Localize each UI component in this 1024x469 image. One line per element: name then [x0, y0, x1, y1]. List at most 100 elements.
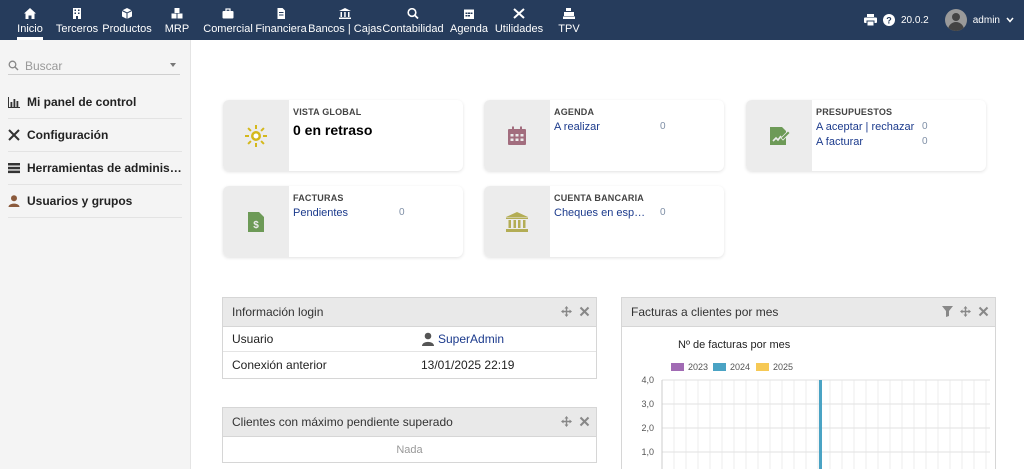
nav-label: Agenda	[450, 23, 488, 35]
print-icon[interactable]	[863, 14, 877, 26]
box-agenda[interactable]: AGENDA A realizar 0	[484, 100, 724, 171]
legend-item[interactable]: 2024	[713, 362, 750, 372]
calendar-icon	[508, 126, 526, 145]
cube-icon	[121, 8, 133, 19]
box-link[interactable]: A realizar	[554, 121, 658, 133]
sidebar-item-usuarios[interactable]: Usuarios y grupos	[8, 185, 182, 218]
panel-title: Información login	[232, 305, 324, 319]
sun-icon	[245, 124, 267, 147]
box-vista-global[interactable]: VISTA GLOBAL 0 en retraso	[223, 100, 463, 171]
svg-text:?: ?	[886, 16, 892, 26]
nav-bancos-cajas[interactable]: Bancos | Cajas	[308, 0, 382, 40]
chart-icon	[8, 97, 20, 108]
box-title: PRESUPUESTOS	[816, 107, 893, 117]
building-icon	[73, 8, 81, 19]
sidebar-item-label: Usuarios y grupos	[27, 194, 133, 208]
table-row: Usuario SuperAdmin	[223, 327, 596, 352]
nav-label: Bancos | Cajas	[308, 23, 382, 35]
sidebar-item-herramientas[interactable]: Herramientas de administración	[8, 152, 182, 185]
box-icon-area	[484, 186, 550, 257]
nav-inicio[interactable]: Inicio	[14, 0, 46, 40]
box-title: AGENDA	[554, 107, 595, 117]
nav-label: Comercial	[203, 23, 253, 35]
row-value: SuperAdmin	[421, 332, 504, 346]
nav-agenda[interactable]: Agenda	[450, 0, 488, 40]
panel-title: Facturas a clientes por mes	[631, 305, 779, 319]
nav-label: Utilidades	[494, 23, 544, 35]
search-icon	[8, 60, 19, 71]
chevron-down-icon[interactable]	[1006, 17, 1014, 23]
close-icon[interactable]	[978, 306, 989, 317]
move-icon[interactable]	[561, 416, 572, 427]
move-icon[interactable]	[960, 306, 971, 317]
row-label: Conexión anterior	[232, 357, 327, 372]
bar-series-2024[interactable]	[819, 380, 822, 469]
y-tick-label: 4,0	[641, 375, 654, 385]
box-count[interactable]: 0	[399, 207, 405, 219]
legend-item[interactable]: 2025	[756, 362, 793, 372]
legend-swatch	[713, 363, 726, 371]
empty-message: Nada	[396, 444, 423, 456]
nav-productos[interactable]: Productos	[102, 0, 152, 40]
box-count[interactable]: 0	[660, 207, 666, 219]
sidebar: Buscar Mi panel de control Configuración…	[0, 40, 191, 469]
legend-label: 2024	[730, 362, 751, 372]
avatar[interactable]	[944, 9, 967, 31]
box-count[interactable]: 0	[922, 136, 928, 148]
tools-icon	[513, 8, 525, 19]
help-icon[interactable]: ?	[882, 14, 895, 26]
version-label: 20.0.2	[900, 14, 929, 26]
box-facturas[interactable]: $ FACTURAS Pendientes 0	[223, 186, 463, 257]
nav-financiera[interactable]: Financiera	[255, 0, 307, 40]
box-link[interactable]: Pendientes	[293, 207, 397, 219]
server-icon	[8, 163, 20, 174]
y-tick-label: 1,0	[641, 447, 654, 457]
nav-tpv[interactable]: TPV	[557, 0, 581, 40]
box-cuenta-bancaria[interactable]: CUENTA BANCARIA Cheques en espera de dep…	[484, 186, 724, 257]
table-row: Conexión anterior 13/01/2025 22:19	[223, 352, 596, 377]
panel-tools	[942, 306, 989, 317]
panel-informacion-login: Información login Usuario SuperAdmin Con…	[222, 297, 597, 379]
box-presupuestos[interactable]: PRESUPUESTOS A aceptar | rechazar 0 A fa…	[746, 100, 986, 171]
home-icon	[24, 8, 36, 19]
sidebar-item-configuracion[interactable]: Configuración	[8, 119, 182, 152]
close-icon[interactable]	[579, 306, 590, 317]
panel-header: Información login	[223, 298, 596, 327]
legend-item[interactable]: 2023	[671, 362, 708, 372]
box-count[interactable]: 0	[922, 121, 928, 133]
nav-terceros[interactable]: Terceros	[56, 0, 98, 40]
legend-swatch	[756, 363, 769, 371]
box-row: Cheques en espera de depósito 0	[554, 207, 716, 219]
sidebar-item-label: Mi panel de control	[27, 95, 137, 109]
sidebar-item-label: Herramientas de administración	[27, 161, 182, 175]
move-icon[interactable]	[561, 306, 572, 317]
nav-mrp[interactable]: MRP	[164, 0, 190, 40]
nav-comercial[interactable]: Comercial	[203, 0, 253, 40]
box-link[interactable]: A facturar	[816, 136, 920, 148]
box-value[interactable]: 0 en retraso	[293, 122, 455, 138]
calendar-icon	[464, 9, 474, 19]
box-count[interactable]: 0	[660, 121, 666, 133]
nav-utilidades[interactable]: Utilidades	[494, 0, 544, 40]
dropdown-caret-icon[interactable]	[170, 63, 176, 67]
chart-plot: 4,0 3,0 2,0 1,0	[641, 375, 990, 469]
box-link[interactable]: Cheques en espera de depósito	[554, 207, 648, 219]
filter-icon[interactable]	[942, 306, 953, 317]
search-box[interactable]: Buscar	[8, 57, 180, 75]
nav-contabilidad[interactable]: Contabilidad	[382, 0, 444, 40]
nav-label: Financiera	[255, 23, 307, 35]
box-title: CUENTA BANCARIA	[554, 193, 644, 203]
box-link[interactable]: A aceptar | rechazar	[816, 121, 920, 133]
user-link[interactable]: SuperAdmin	[438, 332, 504, 346]
user-name[interactable]: admin	[973, 15, 1000, 26]
box-row: A facturar 0	[816, 136, 978, 148]
sidebar-item-panel-control[interactable]: Mi panel de control	[8, 86, 182, 119]
box-icon-area	[484, 100, 550, 171]
svg-text:$: $	[253, 220, 259, 231]
nav-label: TPV	[558, 23, 580, 35]
cash-register-icon	[563, 8, 575, 19]
close-icon[interactable]	[579, 416, 590, 427]
legend-label: 2023	[688, 362, 709, 372]
panel-clientes-pendiente: Clientes con máximo pendiente superado N…	[222, 407, 597, 463]
nav-label: Contabilidad	[382, 23, 444, 35]
